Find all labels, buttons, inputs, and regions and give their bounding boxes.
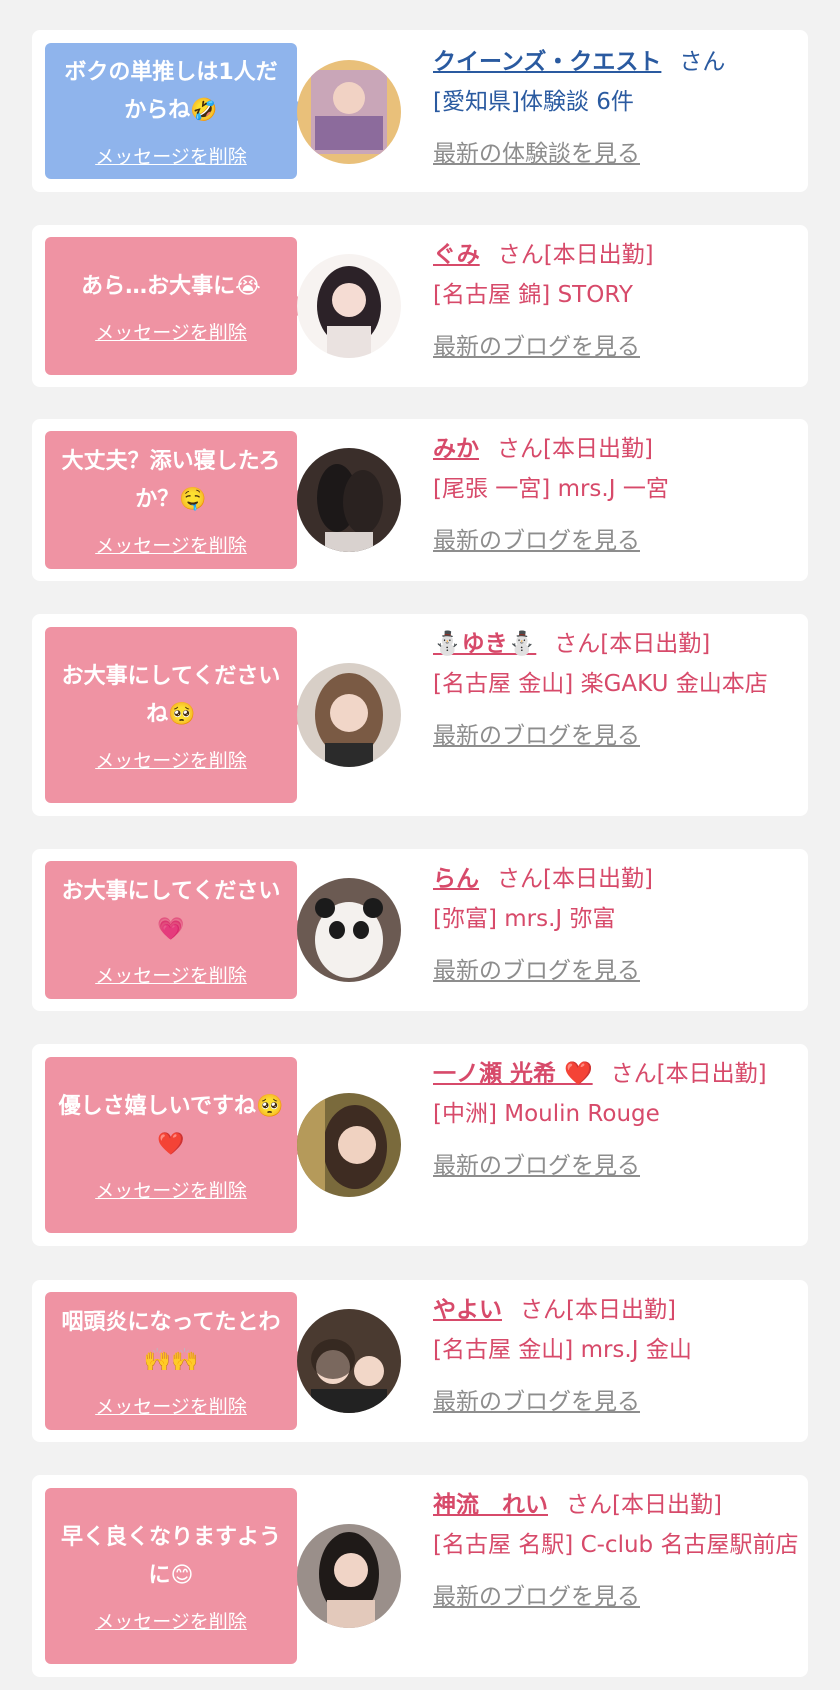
user-info: クイーンズ・クエスト さん [愛知県]体験談 6件 最新の体験談を見る — [433, 42, 803, 174]
latest-blog-link[interactable]: 最新のブログを見る — [433, 1146, 803, 1186]
user-suffix: さん[本日出勤] — [497, 866, 653, 892]
user-info: ⛄ゆき⛄ さん[本日出勤] [名古屋 金山] 楽GAKU 金山本店 最新のブログを… — [433, 624, 803, 756]
message-text: ボクの単推しは1人だからね🤣 — [64, 59, 278, 123]
message-list: ボクの単推しは1人だからね🤣 メッセージを削除 クイーンズ・クエスト さん [愛知… — [0, 0, 840, 1690]
user-suffix: さん[本日出勤] — [520, 1297, 676, 1323]
list-item: 咽頭炎になってたとわ🙌🙌 メッセージを削除 やよい さん[本日出勤] [名古屋 金… — [32, 1280, 808, 1442]
message-bubble: お大事にしてください 💗 メッセージを削除 — [45, 861, 308, 999]
user-suffix: さん — [679, 49, 726, 75]
shop-label: [名古屋 名駅] C-club 名古屋駅前店 — [433, 1532, 799, 1558]
list-item: 優しさ嬉しいですね🥺❤️ メッセージを削除 一ノ瀬 光希 ❤️ さん[本日出勤] … — [32, 1044, 808, 1246]
list-item: 早く良くなりますように😊 メッセージを削除 神流 れい さん[本日出勤] [名古屋… — [32, 1475, 808, 1677]
shop-label: [弥富] mrs.J 弥富 — [433, 906, 616, 932]
message-text: お大事にしてくださいね🥺 — [61, 663, 281, 727]
user-suffix: さん[本日出勤] — [497, 242, 654, 268]
list-item: ボクの単推しは1人だからね🤣 メッセージを削除 クイーンズ・クエスト さん [愛知… — [32, 30, 808, 192]
user-info: 一ノ瀬 光希 ❤️ さん[本日出勤] [中洲] Moulin Rouge 最新のブ… — [433, 1054, 803, 1186]
latest-blog-link[interactable]: 最新のブログを見る — [433, 1382, 803, 1422]
avatar[interactable] — [297, 1524, 401, 1628]
list-item: あら…お大事に😭 メッセージを削除 ぐみ さん[本日出勤] [名古屋 錦] STO… — [32, 225, 808, 387]
shop-label: [名古屋 錦] STORY — [433, 282, 633, 308]
avatar[interactable] — [297, 60, 401, 164]
message-bubble: あら…お大事に😭 メッセージを削除 — [45, 237, 308, 375]
latest-blog-link[interactable]: 最新のブログを見る — [433, 521, 803, 561]
message-bubble: 大丈夫？添い寝したろか？🤤 メッセージを削除 — [45, 431, 308, 569]
user-name-link[interactable]: クイーンズ・クエスト — [433, 49, 661, 75]
avatar[interactable] — [297, 663, 401, 767]
user-info: らん さん[本日出勤] [弥富] mrs.J 弥富 最新のブログを見る — [433, 859, 803, 991]
user-name-link[interactable]: ぐみ — [433, 242, 480, 268]
latest-blog-link[interactable]: 最新のブログを見る — [433, 716, 803, 756]
latest-blog-link[interactable]: 最新のブログを見る — [433, 327, 803, 367]
list-item: 大丈夫？添い寝したろか？🤤 メッセージを削除 みか さん[本日出勤] [尾張 一宮… — [32, 419, 808, 581]
user-info: 神流 れい さん[本日出勤] [名古屋 名駅] C-club 名古屋駅前店 最新の… — [433, 1485, 803, 1617]
avatar[interactable] — [297, 254, 401, 358]
message-text: 大丈夫？添い寝したろか？🤤 — [61, 448, 281, 512]
delete-message-button[interactable]: メッセージを削除 — [95, 1392, 247, 1419]
user-name-link[interactable]: 神流 れい — [433, 1492, 548, 1518]
avatar[interactable] — [297, 878, 401, 982]
avatar[interactable] — [297, 1093, 401, 1197]
user-info: みか さん[本日出勤] [尾張 一宮] mrs.J 一宮 最新のブログを見る — [433, 429, 803, 561]
user-info: ぐみ さん[本日出勤] [名古屋 錦] STORY 最新のブログを見る — [433, 235, 803, 367]
shop-label: [愛知県]体験談 6件 — [433, 89, 634, 115]
user-suffix: さん[本日出勤] — [610, 1061, 767, 1087]
user-name-link[interactable]: らん — [433, 866, 479, 892]
latest-review-link[interactable]: 最新の体験談を見る — [433, 134, 803, 174]
delete-message-button[interactable]: メッセージを削除 — [95, 318, 247, 345]
message-text: あら…お大事に😭 — [81, 273, 261, 299]
user-suffix: さん[本日出勤] — [554, 631, 711, 657]
user-name-link[interactable]: 一ノ瀬 光希 ❤️ — [433, 1061, 593, 1087]
user-name-link[interactable]: ⛄ゆき⛄ — [433, 631, 536, 657]
user-name-link[interactable]: みか — [433, 436, 479, 462]
message-text: 咽頭炎になってたとわ🙌🙌 — [61, 1309, 281, 1373]
delete-message-button[interactable]: メッセージを削除 — [95, 1176, 247, 1203]
message-text: お大事にしてください 💗 — [61, 878, 281, 942]
shop-label: [名古屋 金山] 楽GAKU 金山本店 — [433, 671, 768, 697]
message-bubble: お大事にしてくださいね🥺 メッセージを削除 — [45, 627, 308, 803]
user-suffix: さん[本日出勤] — [497, 436, 653, 462]
message-text: 優しさ嬉しいですね🥺❤️ — [58, 1093, 284, 1157]
delete-message-button[interactable]: メッセージを削除 — [95, 142, 247, 169]
delete-message-button[interactable]: メッセージを削除 — [95, 746, 247, 773]
user-name-link[interactable]: やよい — [433, 1297, 502, 1323]
latest-blog-link[interactable]: 最新のブログを見る — [433, 1577, 803, 1617]
user-info: やよい さん[本日出勤] [名古屋 金山] mrs.J 金山 最新のブログを見る — [433, 1290, 803, 1422]
shop-label: [尾張 一宮] mrs.J 一宮 — [433, 476, 669, 502]
message-bubble: 優しさ嬉しいですね🥺❤️ メッセージを削除 — [45, 1057, 308, 1233]
avatar[interactable] — [297, 448, 401, 552]
message-bubble: ボクの単推しは1人だからね🤣 メッセージを削除 — [45, 43, 308, 179]
message-text: 早く良くなりますように😊 — [60, 1524, 281, 1588]
avatar[interactable] — [297, 1309, 401, 1413]
delete-message-button[interactable]: メッセージを削除 — [95, 1607, 247, 1634]
list-item: お大事にしてください 💗 メッセージを削除 らん さん[本日出勤] [弥富] mr… — [32, 849, 808, 1011]
shop-label: [名古屋 金山] mrs.J 金山 — [433, 1337, 692, 1363]
shop-label: [中洲] Moulin Rouge — [433, 1101, 660, 1127]
list-item: お大事にしてくださいね🥺 メッセージを削除 ⛄ゆき⛄ さん[本日出勤] [名古屋 … — [32, 614, 808, 816]
user-suffix: さん[本日出勤] — [566, 1492, 722, 1518]
latest-blog-link[interactable]: 最新のブログを見る — [433, 951, 803, 991]
message-bubble: 早く良くなりますように😊 メッセージを削除 — [45, 1488, 308, 1664]
message-bubble: 咽頭炎になってたとわ🙌🙌 メッセージを削除 — [45, 1292, 308, 1430]
delete-message-button[interactable]: メッセージを削除 — [95, 961, 247, 988]
delete-message-button[interactable]: メッセージを削除 — [95, 531, 247, 558]
